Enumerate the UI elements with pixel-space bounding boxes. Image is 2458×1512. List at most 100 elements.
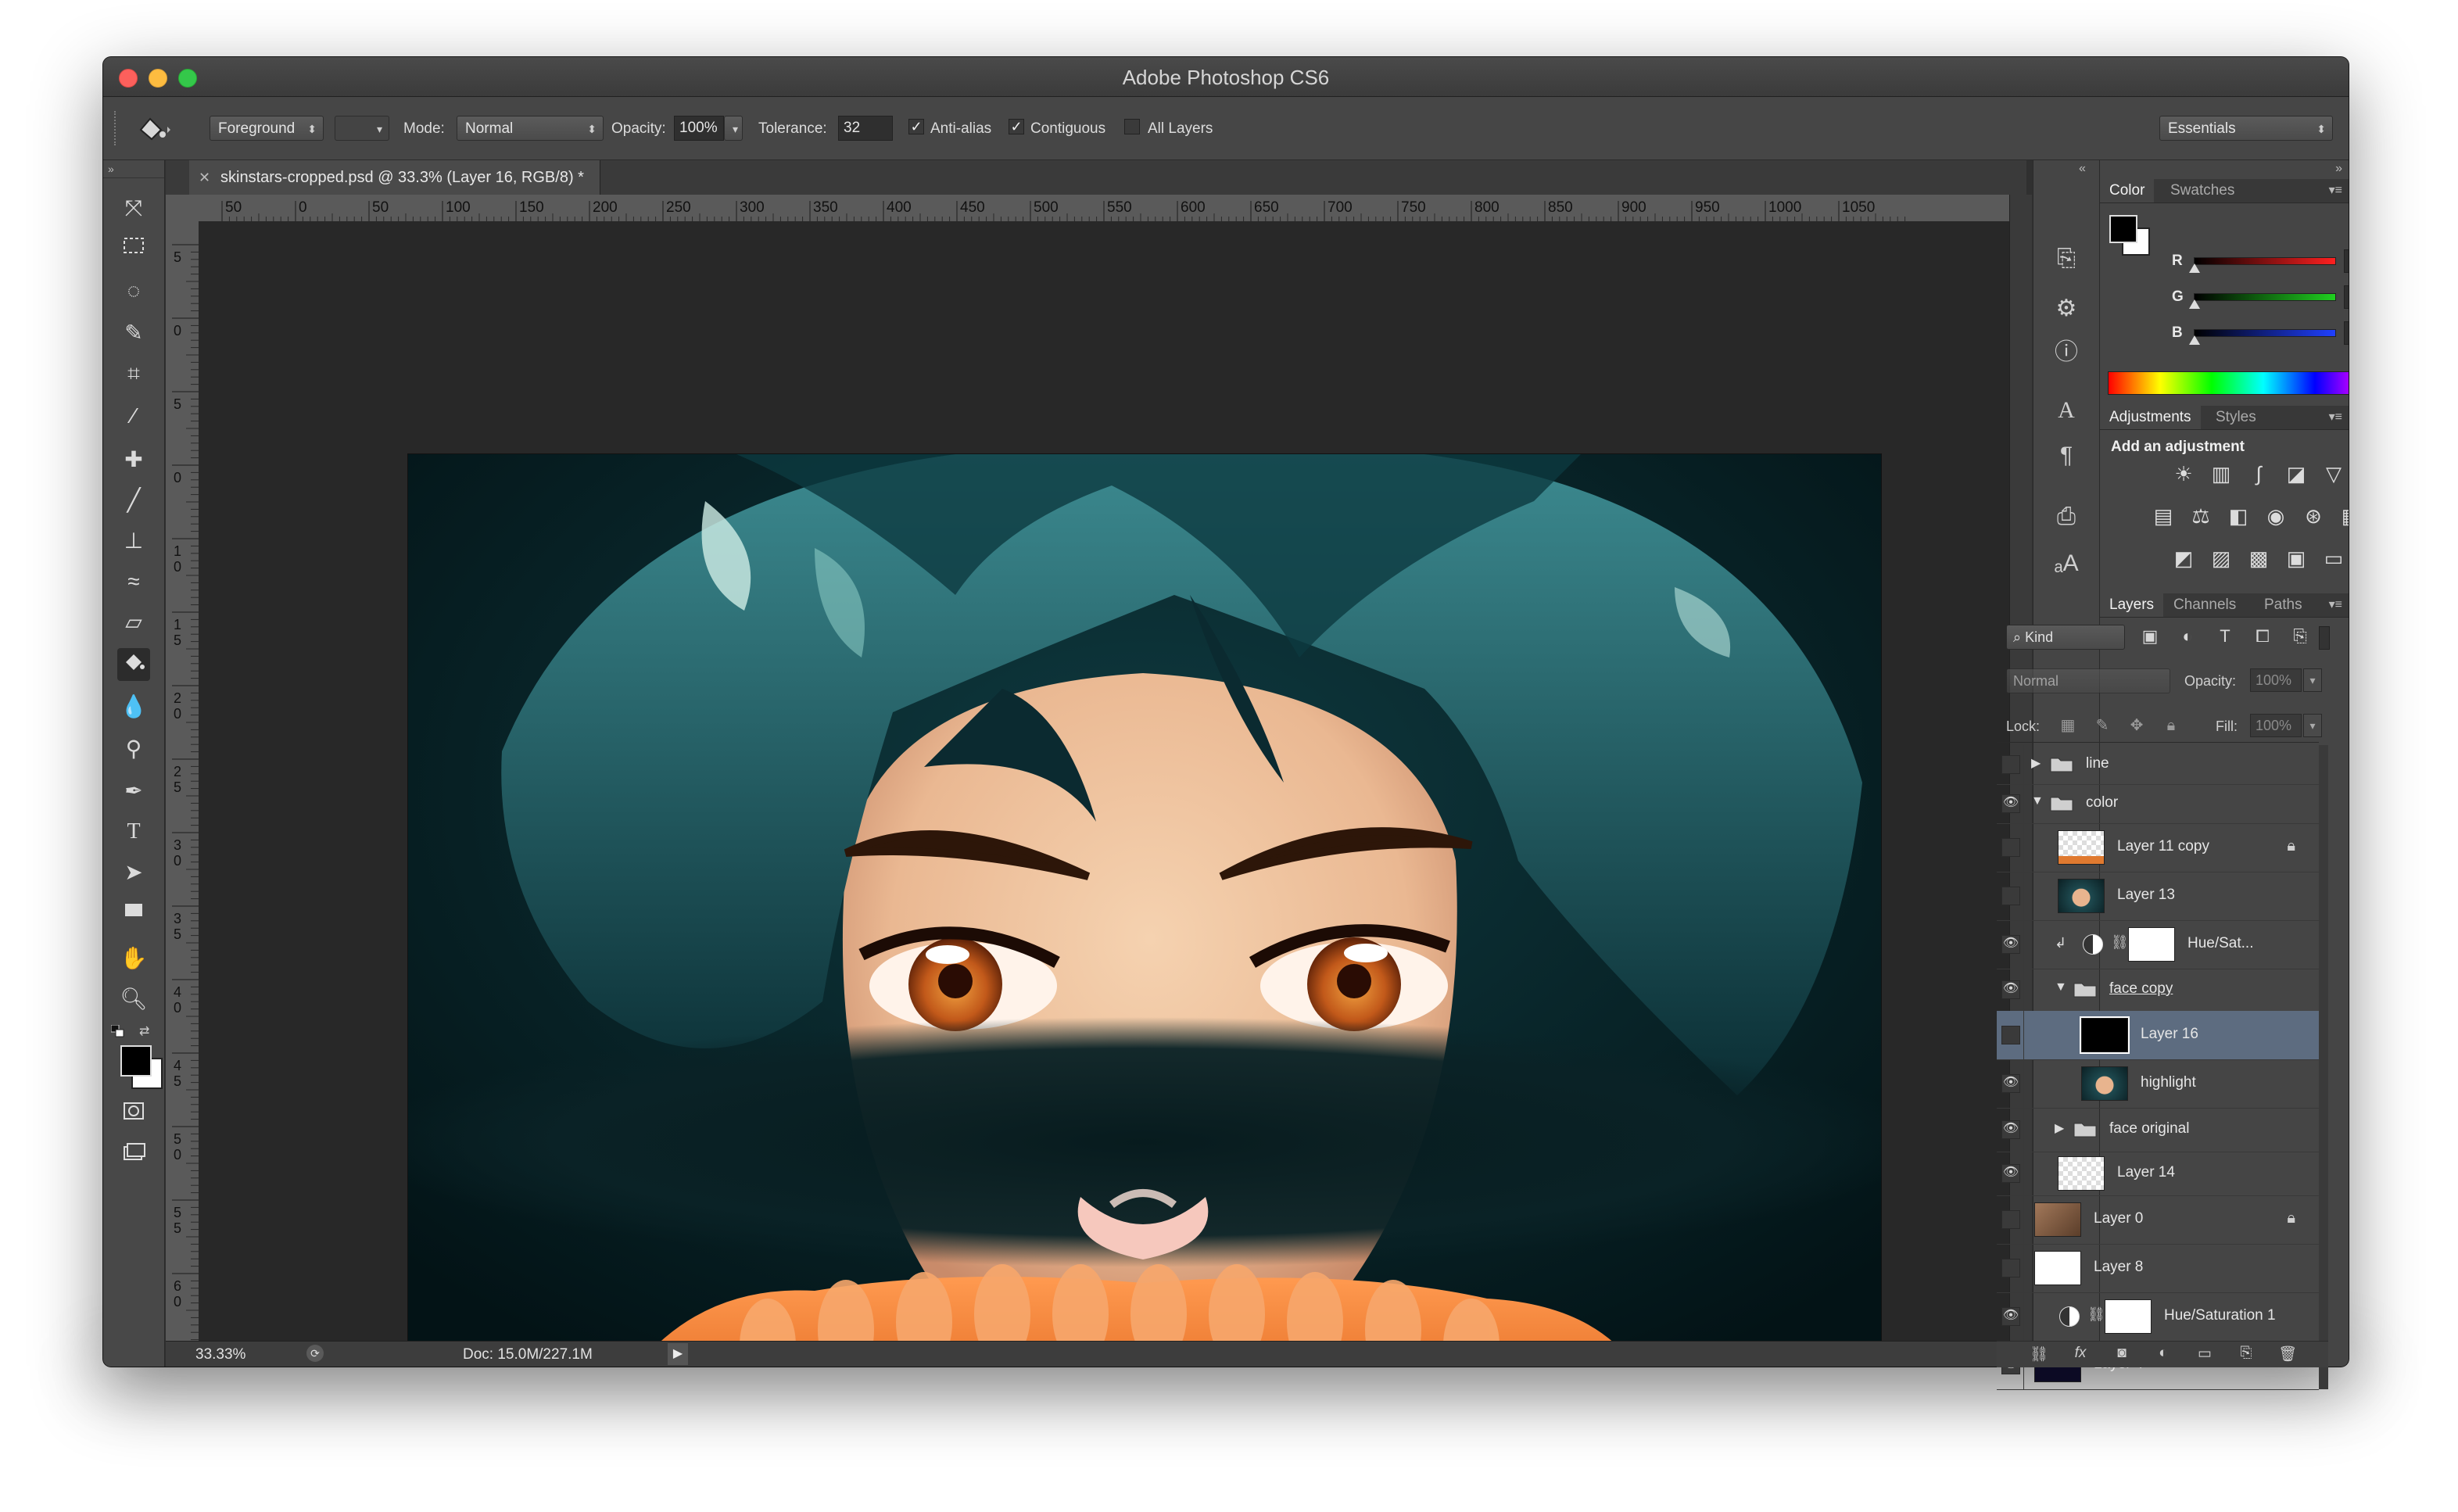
layer-visibility-eye-icon[interactable]: 👁︎ — [2001, 1120, 2020, 1139]
history-brush-tool-icon[interactable]: ≈ — [117, 565, 150, 598]
channel-r-value[interactable]: 0 — [2344, 249, 2349, 273]
eraser-tool-icon[interactable]: ▱ — [117, 606, 150, 639]
channel-b-slider-thumb[interactable] — [2189, 335, 2200, 345]
artwork-canvas[interactable] — [408, 454, 1881, 1367]
color-balance-icon[interactable]: ⚖ — [2187, 504, 2214, 528]
group-expanded-chevron-icon[interactable]: ▼ — [2031, 794, 2044, 808]
quick-selection-tool-icon[interactable]: ✎ — [117, 317, 150, 349]
blur-tool-icon[interactable]: 💧 — [117, 690, 150, 723]
layer-visibility-eye-icon[interactable]: 👁︎ — [2001, 980, 2020, 999]
hue-sat-icon[interactable]: ▤ — [2150, 504, 2177, 528]
layer-visibility-eye-icon[interactable]: 👁︎ — [2001, 935, 2020, 954]
group-collapsed-chevron-icon[interactable]: ▶ — [2055, 1120, 2064, 1136]
layer-row[interactable]: Layer 13 — [1997, 872, 2319, 921]
marquee-tool-icon[interactable] — [117, 234, 150, 267]
contiguous-checkbox[interactable]: ✓ — [1009, 119, 1024, 134]
layer-opacity-input[interactable]: 100% — [2250, 668, 2302, 692]
layer-name[interactable]: Layer 8 — [2094, 1259, 2143, 1276]
history-panel-icon[interactable]: ⎘ — [2051, 243, 2082, 274]
opacity-dropdown[interactable]: ▾ — [724, 116, 743, 141]
vibrance-icon[interactable]: ▽ — [2320, 462, 2347, 485]
horizontal-ruler[interactable]: 50 0 50 100 150 200 250 300 350 400 450 500 550 600 65… — [199, 195, 2009, 222]
character-panel-icon[interactable]: A — [2051, 395, 2082, 426]
panels-expand-icon[interactable]: » — [2335, 162, 2342, 176]
dodge-tool-icon[interactable]: ⚲ — [117, 733, 150, 765]
vertical-ruler[interactable]: 50501015202530354045505560657 — [166, 221, 199, 1367]
new-adjustment-icon[interactable]: ◐ — [2152, 1345, 2174, 1363]
layer-row[interactable]: 👁︎ highlight — [1997, 1059, 2319, 1109]
layer-visibility-eye-icon[interactable]: 👁︎ — [2001, 1307, 2020, 1326]
layer-row[interactable]: ▶ line — [1997, 745, 2319, 785]
status-menu-arrow-icon[interactable]: ▶ — [668, 1343, 688, 1365]
foreground-color-swatch[interactable] — [120, 1045, 152, 1077]
new-group-icon[interactable]: ▭ — [2194, 1345, 2216, 1363]
layer-row[interactable]: 👁︎ ▼ face copy — [1997, 969, 2319, 1012]
group-expanded-chevron-icon[interactable]: ▼ — [2055, 980, 2067, 994]
eyedropper-tool-icon[interactable]: ⁄ — [117, 399, 150, 432]
new-layer-icon[interactable]: ⎘ — [2235, 1345, 2257, 1363]
tolerance-input[interactable]: 32 — [838, 116, 893, 141]
channel-g-slider[interactable] — [2194, 293, 2336, 301]
layer-row[interactable]: 👁︎ ↲ ⛓ Hue/Sat... — [1997, 920, 2319, 969]
photo-filter-icon[interactable]: ◉ — [2263, 504, 2289, 528]
brightness-icon[interactable]: ☀ — [2170, 462, 2197, 485]
layer-visibility-eye-icon[interactable] — [2001, 1210, 2020, 1229]
layer-name[interactable]: Hue/Saturation 1 — [2164, 1307, 2276, 1324]
levels-icon[interactable]: ▥ — [2208, 462, 2234, 485]
channel-b-slider[interactable] — [2194, 329, 2336, 337]
info-panel-icon[interactable]: ⓘ — [2051, 337, 2082, 368]
quick-mask-icon[interactable] — [117, 1098, 150, 1131]
layer-mask-thumbnail[interactable] — [2105, 1299, 2152, 1334]
layers-scrollbar[interactable] — [2319, 745, 2328, 1389]
color-panel-menu-icon[interactable]: ▾≡ — [2329, 182, 2342, 198]
character-styles-panel-icon[interactable]: ₐA — [2051, 548, 2082, 579]
options-bar-grip[interactable] — [114, 111, 119, 145]
dock-collapse-icon[interactable]: « — [2079, 162, 2086, 176]
close-document-icon[interactable]: ✕ — [199, 160, 210, 195]
exposure-icon[interactable]: ◪ — [2283, 462, 2309, 485]
layer-name[interactable]: color — [2086, 794, 2118, 812]
adjustments-panel-menu-icon[interactable]: ▾≡ — [2329, 409, 2342, 425]
tab-styles[interactable]: Styles — [2206, 406, 2266, 429]
layer-thumbnail[interactable] — [2034, 1251, 2081, 1285]
tab-channels[interactable]: Channels — [2164, 593, 2245, 617]
tab-adjustments[interactable]: Adjustments — [2100, 406, 2201, 429]
layer-name[interactable]: Layer 11 copy — [2117, 838, 2209, 855]
filter-toggle-switch[interactable] — [2319, 626, 2330, 650]
layers-panel-menu-icon[interactable]: ▾≡ — [2329, 597, 2342, 612]
layer-name[interactable]: face original — [2109, 1120, 2189, 1138]
mask-link-icon[interactable]: ⛓ — [2087, 1306, 2105, 1323]
clone-stamp-tool-icon[interactable]: ⊥ — [117, 525, 150, 557]
all-layers-checkbox[interactable] — [1124, 119, 1140, 134]
channel-r-slider-thumb[interactable] — [2189, 263, 2200, 273]
layer-name[interactable]: Hue/Sat... — [2187, 935, 2254, 952]
type-filter-icon[interactable]: T — [2213, 626, 2238, 648]
layer-name[interactable]: highlight — [2141, 1074, 2196, 1091]
threshold-icon[interactable]: ▩ — [2245, 546, 2272, 570]
type-tool-icon[interactable]: T — [117, 815, 150, 848]
lasso-tool-icon[interactable]: ◌ — [117, 274, 150, 307]
layer-thumbnail[interactable] — [2058, 879, 2105, 913]
black-white-icon[interactable]: ◧ — [2225, 504, 2252, 528]
workspace-select[interactable]: Essentials ⬍ — [2159, 116, 2333, 141]
layer-row[interactable]: Layer 16 — [1997, 1011, 2319, 1060]
fill-dropdown[interactable]: ▾ — [2303, 714, 2322, 737]
fill-source-select[interactable]: Foreground ⬍ — [210, 116, 324, 141]
group-collapsed-chevron-icon[interactable]: ▶ — [2031, 755, 2041, 771]
tab-layers[interactable]: Layers — [2100, 593, 2164, 617]
layer-thumbnail[interactable] — [2034, 1202, 2081, 1237]
opacity-input[interactable]: 100% — [674, 116, 724, 141]
layer-visibility-eye-icon[interactable] — [2001, 1259, 2020, 1277]
color-lookup-icon[interactable]: ▦ — [2338, 504, 2349, 528]
paragraph-panel-icon[interactable]: ¶ — [2051, 440, 2082, 471]
share-icon[interactable]: ⟳ — [306, 1345, 324, 1362]
layer-visibility-eye-icon[interactable] — [2001, 838, 2020, 857]
path-selection-tool-icon[interactable]: ➤ — [117, 856, 150, 889]
channel-g-value[interactable]: 0 — [2344, 285, 2349, 309]
lock-pixels-icon[interactable]: ✎ — [2091, 714, 2114, 737]
layer-thumbnail[interactable] — [2080, 1016, 2130, 1054]
canvas-area[interactable] — [199, 221, 2009, 1367]
crop-tool-icon[interactable]: ⌗ — [117, 357, 150, 390]
layer-thumbnail[interactable] — [2058, 830, 2105, 865]
blend-mode-select[interactable]: Normal — [2006, 668, 2170, 693]
